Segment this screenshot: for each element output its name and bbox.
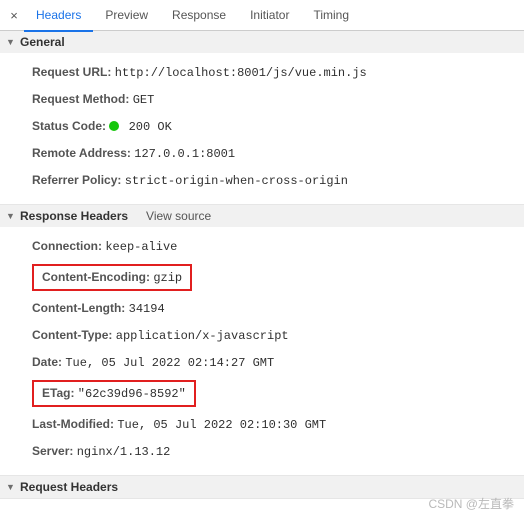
- value: 200 OK: [109, 120, 171, 134]
- etag: ETag: "62c39d96-8592": [18, 376, 524, 411]
- value: keep-alive: [105, 240, 177, 254]
- value: nginx/1.13.12: [77, 445, 171, 459]
- last-modified: Last-Modified: Tue, 05 Jul 2022 02:10:30…: [18, 411, 524, 438]
- value: http://localhost:8001/js/vue.min.js: [115, 66, 367, 80]
- value: strict-origin-when-cross-origin: [125, 174, 348, 188]
- tabs-bar: × Headers Preview Response Initiator Tim…: [0, 0, 524, 31]
- request-url: Request URL: http://localhost:8001/js/vu…: [18, 59, 524, 86]
- section-header-response[interactable]: ▼ Response Headers View source: [0, 205, 524, 227]
- label: Server:: [32, 444, 73, 458]
- content-encoding: Content-Encoding: gzip: [18, 260, 524, 295]
- request-method: Request Method: GET: [18, 86, 524, 113]
- view-source-link[interactable]: View source: [146, 209, 211, 223]
- section-header-general[interactable]: ▼ General: [0, 31, 524, 53]
- tab-preview[interactable]: Preview: [93, 0, 160, 30]
- section-title: General: [20, 35, 65, 49]
- highlight-box: ETag: "62c39d96-8592": [32, 380, 196, 407]
- status-text: 200 OK: [129, 120, 172, 134]
- label: Referrer Policy:: [32, 173, 121, 187]
- label: Remote Address:: [32, 146, 131, 160]
- section-header-request[interactable]: ▼ Request Headers: [0, 476, 524, 498]
- date: Date: Tue, 05 Jul 2022 02:14:27 GMT: [18, 349, 524, 376]
- value: GET: [133, 93, 155, 107]
- section-title: Request Headers: [20, 480, 118, 494]
- value: 127.0.0.1:8001: [134, 147, 235, 161]
- chevron-down-icon: ▼: [6, 37, 16, 47]
- value: gzip: [153, 271, 182, 285]
- label: Last-Modified:: [32, 417, 114, 431]
- chevron-down-icon: ▼: [6, 211, 16, 221]
- general-list: Request URL: http://localhost:8001/js/vu…: [0, 53, 524, 204]
- label: Date:: [32, 355, 62, 369]
- status-code: Status Code: 200 OK: [18, 113, 524, 140]
- tab-response[interactable]: Response: [160, 0, 238, 30]
- close-icon[interactable]: ×: [4, 8, 24, 23]
- highlight-box: Content-Encoding: gzip: [32, 264, 192, 291]
- content-type: Content-Type: application/x-javascript: [18, 322, 524, 349]
- section-request-headers: ▼ Request Headers: [0, 476, 524, 499]
- chevron-down-icon: ▼: [6, 482, 16, 492]
- label: Request Method:: [32, 92, 129, 106]
- section-response-headers: ▼ Response Headers View source Connectio…: [0, 205, 524, 476]
- tab-headers[interactable]: Headers: [24, 0, 93, 32]
- status-dot-icon: [109, 121, 119, 131]
- referrer-policy: Referrer Policy: strict-origin-when-cros…: [18, 167, 524, 194]
- content-length: Content-Length: 34194: [18, 295, 524, 322]
- label: Request URL:: [32, 65, 111, 79]
- label: Connection:: [32, 239, 102, 253]
- label: Content-Length:: [32, 301, 125, 315]
- value: 34194: [129, 302, 165, 316]
- section-general: ▼ General Request URL: http://localhost:…: [0, 31, 524, 205]
- connection: Connection: keep-alive: [18, 233, 524, 260]
- response-list: Connection: keep-alive Content-Encoding:…: [0, 227, 524, 475]
- label: Content-Encoding:: [42, 270, 150, 284]
- tab-timing[interactable]: Timing: [301, 0, 361, 30]
- value: "62c39d96-8592": [78, 387, 186, 401]
- section-title: Response Headers: [20, 209, 128, 223]
- value: Tue, 05 Jul 2022 02:14:27 GMT: [65, 356, 274, 370]
- remote-address: Remote Address: 127.0.0.1:8001: [18, 140, 524, 167]
- label: ETag:: [42, 386, 74, 400]
- label: Content-Type:: [32, 328, 112, 342]
- value: Tue, 05 Jul 2022 02:10:30 GMT: [117, 418, 326, 432]
- value: application/x-javascript: [116, 329, 289, 343]
- label: Status Code:: [32, 119, 106, 133]
- tab-initiator[interactable]: Initiator: [238, 0, 301, 30]
- server: Server: nginx/1.13.12: [18, 438, 524, 465]
